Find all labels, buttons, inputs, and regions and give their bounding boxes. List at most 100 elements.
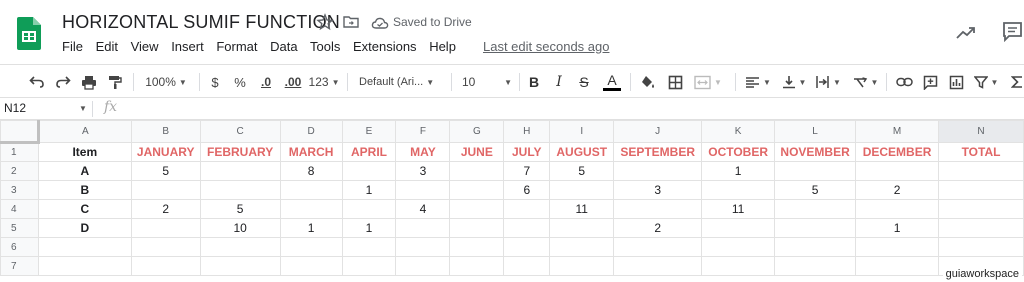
last-edit-link[interactable]: Last edit seconds ago xyxy=(483,39,609,54)
menu-help[interactable]: Help xyxy=(429,39,456,54)
row-header[interactable]: 7 xyxy=(0,256,39,276)
column-header-c[interactable]: C xyxy=(199,120,281,143)
column-header-h[interactable]: H xyxy=(503,120,551,143)
font-size-select[interactable]: 10 ▼ xyxy=(462,72,512,92)
cell-c2[interactable] xyxy=(199,161,281,181)
cell-l3[interactable]: 5 xyxy=(774,180,857,200)
cell-b1[interactable]: JANUARY xyxy=(130,142,201,162)
cell-h6[interactable] xyxy=(503,237,551,257)
merge-cells-button[interactable]: ▼ xyxy=(692,72,724,92)
cell-e7[interactable] xyxy=(341,256,397,276)
row-header[interactable]: 4 xyxy=(0,199,39,219)
cell-i4[interactable]: 11 xyxy=(549,199,615,219)
cell-d7[interactable] xyxy=(279,256,343,276)
cell-b4[interactable]: 2 xyxy=(130,199,201,219)
cell-f4[interactable]: 4 xyxy=(395,199,451,219)
sheets-logo-icon[interactable] xyxy=(17,17,41,50)
fill-color-button[interactable] xyxy=(639,72,657,92)
more-formats-button[interactable]: 123 ▼ xyxy=(309,72,340,92)
cell-k6[interactable] xyxy=(701,237,776,257)
vertical-align-button[interactable]: ▼ xyxy=(779,72,809,92)
functions-button[interactable] xyxy=(1010,72,1024,92)
column-header-a[interactable]: A xyxy=(37,120,132,143)
cell-m5[interactable]: 1 xyxy=(855,218,940,238)
cell-e2[interactable] xyxy=(341,161,397,181)
cell-m3[interactable]: 2 xyxy=(855,180,940,200)
cell-k3[interactable] xyxy=(701,180,776,200)
cell-j3[interactable]: 3 xyxy=(613,180,703,200)
row-header[interactable]: 1 xyxy=(0,142,39,162)
cell-e1[interactable]: APRIL xyxy=(341,142,397,162)
column-header-n[interactable]: N xyxy=(938,120,1024,143)
percent-format-button[interactable]: % xyxy=(232,72,248,92)
column-header-f[interactable]: F xyxy=(395,120,451,143)
column-header-b[interactable]: B xyxy=(130,120,201,143)
cell-a6[interactable] xyxy=(37,237,132,257)
cell-k4[interactable]: 11 xyxy=(701,199,776,219)
cell-b2[interactable]: 5 xyxy=(130,161,201,181)
currency-format-button[interactable]: $ xyxy=(207,72,223,92)
cell-f7[interactable] xyxy=(395,256,451,276)
text-rotation-button[interactable]: ▼ xyxy=(850,72,880,92)
menu-view[interactable]: View xyxy=(131,39,159,54)
cell-e5[interactable]: 1 xyxy=(341,218,397,238)
trending-up-icon[interactable] xyxy=(955,23,977,41)
cell-d2[interactable]: 8 xyxy=(279,161,343,181)
menu-extensions[interactable]: Extensions xyxy=(353,39,417,54)
cell-f1[interactable]: MAY xyxy=(395,142,451,162)
decrease-decimal-button[interactable]: .0 xyxy=(256,72,276,92)
redo-button[interactable] xyxy=(53,72,73,92)
font-family-select[interactable]: Default (Ari... ▼ xyxy=(359,72,443,92)
column-header-i[interactable]: I xyxy=(549,120,615,143)
cell-g7[interactable] xyxy=(449,256,505,276)
cell-l5[interactable] xyxy=(774,218,857,238)
cell-h1[interactable]: JULY xyxy=(503,142,551,162)
cell-i5[interactable] xyxy=(549,218,615,238)
cell-i1[interactable]: AUGUST xyxy=(549,142,615,162)
row-header[interactable]: 6 xyxy=(0,237,39,257)
cell-k5[interactable] xyxy=(701,218,776,238)
zoom-select[interactable]: 100% ▼ xyxy=(143,72,189,92)
cell-j6[interactable] xyxy=(613,237,703,257)
cell-c6[interactable] xyxy=(199,237,281,257)
borders-button[interactable] xyxy=(666,72,684,92)
cell-f5[interactable] xyxy=(395,218,451,238)
cell-k7[interactable] xyxy=(701,256,776,276)
cell-g1[interactable]: JUNE xyxy=(449,142,505,162)
menu-tools[interactable]: Tools xyxy=(310,39,340,54)
cell-d6[interactable] xyxy=(279,237,343,257)
insert-chart-button[interactable] xyxy=(946,72,966,92)
cell-e3[interactable]: 1 xyxy=(341,180,397,200)
print-button[interactable] xyxy=(79,72,99,92)
cell-l2[interactable] xyxy=(774,161,857,181)
cell-c5[interactable]: 10 xyxy=(199,218,281,238)
cell-a1[interactable]: Item xyxy=(37,142,132,162)
cell-n4[interactable] xyxy=(938,199,1024,219)
cell-a2[interactable]: A xyxy=(37,161,132,181)
cell-g5[interactable] xyxy=(449,218,505,238)
text-color-button[interactable]: A xyxy=(602,72,622,92)
column-header-l[interactable]: L xyxy=(774,120,857,143)
column-header-g[interactable]: G xyxy=(449,120,505,143)
cell-d3[interactable] xyxy=(279,180,343,200)
column-header-k[interactable]: K xyxy=(701,120,776,143)
cell-a7[interactable] xyxy=(37,256,132,276)
caret-down-icon[interactable]: ▼ xyxy=(79,104,87,113)
cell-g6[interactable] xyxy=(449,237,505,257)
cell-j1[interactable]: SEPTEMBER xyxy=(613,142,703,162)
cell-b6[interactable] xyxy=(130,237,201,257)
cell-m4[interactable] xyxy=(855,199,940,219)
cell-n2[interactable] xyxy=(938,161,1024,181)
cell-n6[interactable] xyxy=(938,237,1024,257)
column-header-m[interactable]: M xyxy=(855,120,940,143)
cell-k2[interactable]: 1 xyxy=(701,161,776,181)
cell-l6[interactable] xyxy=(774,237,857,257)
cell-a5[interactable]: D xyxy=(37,218,132,238)
paint-format-button[interactable] xyxy=(105,72,125,92)
cell-l7[interactable] xyxy=(774,256,857,276)
column-header-e[interactable]: E xyxy=(341,120,397,143)
italic-button[interactable]: I xyxy=(551,72,567,92)
cell-f6[interactable] xyxy=(395,237,451,257)
name-box[interactable]: N12 xyxy=(4,101,26,115)
menu-edit[interactable]: Edit xyxy=(96,39,118,54)
